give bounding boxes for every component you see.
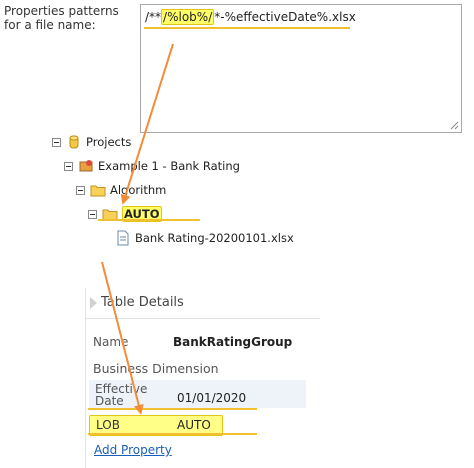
table-details-title: Table Details	[101, 295, 184, 310]
tree-node-auto[interactable]: AUTO	[88, 205, 162, 223]
pattern-value: /**/%lob%/*-%effectiveDate%.xlsx	[145, 9, 356, 25]
tree-label-auto: AUTO	[122, 206, 162, 222]
repository-icon	[69, 135, 79, 149]
collapse-icon[interactable]	[52, 137, 61, 147]
add-property-link[interactable]: Add Property	[94, 443, 172, 457]
business-dimension-heading: Business Dimension	[93, 361, 219, 376]
folder-icon	[102, 209, 118, 221]
collapse-icon[interactable]	[76, 185, 85, 195]
name-label: Name	[93, 335, 129, 349]
tree-node-projects[interactable]: Projects	[52, 133, 131, 151]
effective-date-value[interactable]: 01/01/2020	[177, 391, 246, 405]
pattern-prefix: /**	[145, 10, 162, 24]
resize-grip-icon[interactable]	[450, 121, 459, 130]
tree-label-projects: Projects	[86, 135, 132, 149]
lob-value[interactable]: AUTO	[177, 418, 211, 432]
lob-label: LOB	[96, 418, 120, 432]
folder-icon	[90, 185, 106, 197]
tree-label-project: Example 1 - Bank Rating	[98, 159, 240, 173]
file-name-pattern-textarea[interactable]: /**/%lob%/*-%effectiveDate%.xlsx	[140, 4, 462, 133]
properties-pattern-label: Properties patterns for a file name:	[4, 4, 119, 32]
project-icon	[79, 160, 93, 172]
tree-node-file[interactable]: Bank Rating-20200101.xlsx	[115, 229, 294, 247]
table-details-header[interactable]: Table Details	[85, 288, 320, 319]
name-value: BankRatingGroup	[173, 335, 293, 349]
file-icon	[117, 230, 129, 246]
tree-label-algorithm: Algorithm	[110, 183, 167, 197]
effective-date-label: Effective Date	[95, 382, 148, 408]
tree-label-file: Bank Rating-20200101.xlsx	[135, 231, 294, 245]
tree-node-algorithm[interactable]: Algorithm	[76, 181, 166, 199]
pattern-suffix: *-%effectiveDate%.xlsx	[214, 10, 356, 24]
pattern-lob-highlight: /%lob%/	[161, 9, 215, 25]
collapse-icon[interactable]	[88, 209, 97, 219]
expand-arrow-icon[interactable]	[90, 297, 97, 309]
collapse-icon[interactable]	[64, 161, 73, 171]
tree-node-project[interactable]: Example 1 - Bank Rating	[64, 157, 240, 175]
